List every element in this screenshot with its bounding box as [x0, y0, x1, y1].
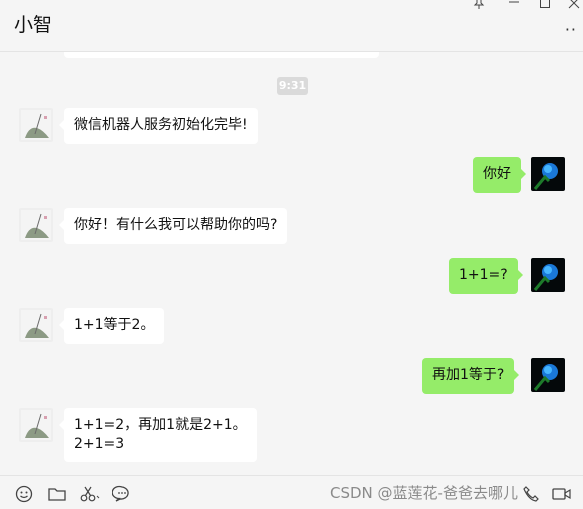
- chat-history-icon[interactable]: [111, 484, 132, 504]
- scissors-icon[interactable]: [79, 484, 100, 504]
- chat-header: 小智 ··: [0, 0, 583, 52]
- folder-icon[interactable]: [47, 484, 67, 504]
- message-bubble-left[interactable]: 微信机器人服务初始化完毕!: [59, 108, 258, 144]
- message-bubble-right[interactable]: 1+1=?: [449, 258, 523, 294]
- user-avatar[interactable]: [531, 258, 565, 292]
- message-bubble-right[interactable]: 再加1等于?: [422, 358, 520, 394]
- user-avatar[interactable]: [531, 358, 565, 392]
- user-avatar[interactable]: [531, 157, 565, 191]
- phone-icon[interactable]: [521, 484, 541, 504]
- message-bubble-left[interactable]: 1+1=2，再加1就是2+1。 2+1=3: [59, 408, 257, 462]
- message-bubble-left[interactable]: 你好！有什么我可以帮助你的吗?: [58, 208, 288, 244]
- bot-avatar[interactable]: [19, 108, 53, 142]
- message-line: 2+1=3: [74, 436, 125, 452]
- watermark-text: CSDN @蓝莲花-爸爸去哪儿: [330, 484, 518, 502]
- bot-avatar[interactable]: [19, 208, 53, 242]
- time-divider: 9:31: [277, 77, 308, 95]
- more-options-icon[interactable]: ··: [565, 20, 577, 39]
- chat-title: 小智: [14, 14, 53, 36]
- video-icon[interactable]: [551, 484, 571, 504]
- message-bubble-right[interactable]: 你好: [473, 157, 526, 193]
- pin-icon[interactable]: [473, 0, 485, 13]
- bot-avatar[interactable]: [19, 408, 53, 442]
- message-line: 1+1=2，再加1就是2+1。: [74, 417, 247, 433]
- maximize-icon[interactable]: [539, 0, 551, 13]
- minimize-icon[interactable]: [508, 0, 520, 12]
- message-bubble-left[interactable]: 1+1等于2。: [58, 308, 165, 344]
- message-list[interactable]: 9:31 微信机器人服务初始化完毕! 你好 你好！有什么我可以帮助你的吗? 1+…: [0, 52, 583, 475]
- emoji-icon[interactable]: [14, 484, 34, 504]
- previous-message-bubble: [64, 52, 379, 58]
- bot-avatar[interactable]: [19, 308, 53, 342]
- close-icon[interactable]: [568, 0, 580, 13]
